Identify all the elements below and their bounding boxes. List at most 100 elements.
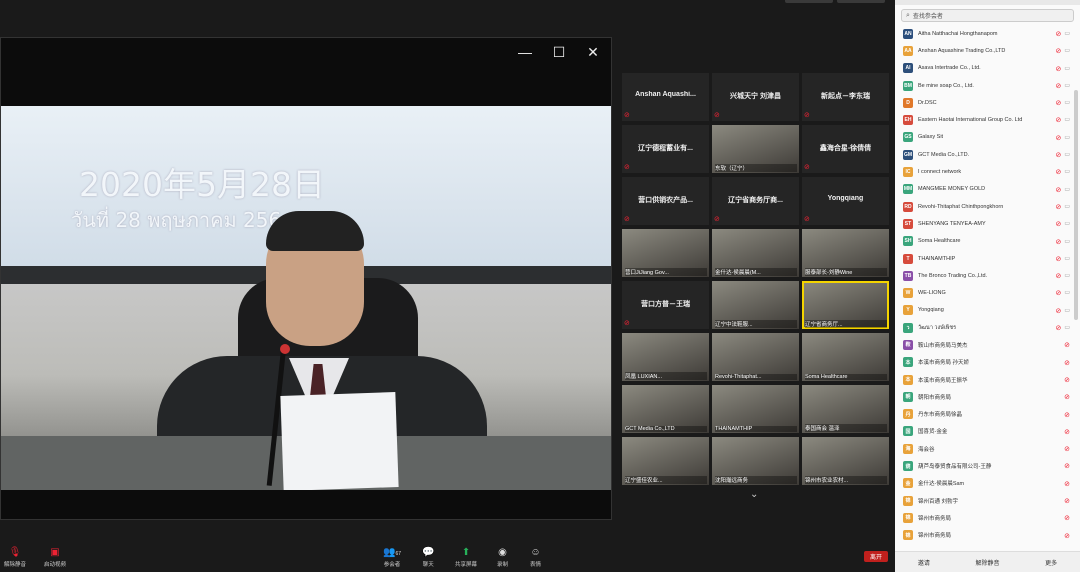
minimize-icon[interactable]: — (517, 44, 533, 61)
reactions-button[interactable]: ☺ 表情 (530, 547, 541, 568)
participant-status-icons: ⊘ ▭ (1055, 134, 1070, 142)
close-icon[interactable]: ✕ (585, 44, 601, 61)
video-tile[interactable]: 辽宁盛佳农业... (622, 437, 709, 485)
share-screen-button[interactable]: ⬆ 共享屏幕 (455, 547, 477, 568)
participant-row[interactable]: ST SHENYANG TENYEA-AMY ⊘ ▭ (895, 215, 1080, 232)
video-tile[interactable]: Revohi-Thitaphat... (712, 333, 799, 381)
participant-row[interactable]: T THAINAMTHIP ⊘ ▭ (895, 250, 1080, 267)
video-tile[interactable]: 营口方普－王瑞 ⊘ (622, 281, 709, 329)
participant-row[interactable]: RD Revohi-Thitaphat Chinthpongkhorn ⊘ ▭ (895, 198, 1080, 215)
participant-row[interactable]: Y Yongqiang ⊘ ▭ (895, 302, 1080, 319)
chevron-down-icon[interactable]: ⌄ (750, 489, 758, 500)
video-tile[interactable]: 营口供销农产品... ⊘ (622, 177, 709, 225)
record-button[interactable]: ◉ 录制 (497, 547, 508, 568)
video-tile[interactable]: Yongqiang ⊘ (802, 177, 889, 225)
video-tile[interactable]: Anshan Aquashi... ⊘ (622, 73, 709, 121)
video-tile[interactable]: 金什达-侯晨晨(M... (712, 229, 799, 277)
unmute-button[interactable]: 🎙 解除静音 (4, 547, 26, 568)
participant-row[interactable]: 葫葫芦岛泰贸食品有限公司-王静 ⊘ (895, 457, 1080, 474)
share-screen-icon: ⬆ (461, 547, 471, 558)
participant-status-icons: ⊘ (1064, 497, 1070, 505)
video-tile[interactable]: 辽宁省商务厅... (802, 281, 889, 329)
video-tile[interactable]: 辽宁中法鞋服... (712, 281, 799, 329)
participant-row[interactable]: D Dr.DSC ⊘ ▭ (895, 94, 1080, 111)
top-button-1[interactable] (785, 0, 833, 3)
participant-row[interactable]: 本本溪市商务局 孙天娇 ⊘ (895, 354, 1080, 371)
avatar: T (903, 253, 913, 264)
video-tile[interactable]: 辽宁德程蓄业有... ⊘ (622, 125, 709, 173)
participant-row[interactable]: AI Asava Intertrade Co., Ltd. ⊘ ▭ (895, 60, 1080, 77)
video-tile[interactable]: 东软（辽宁） (712, 125, 799, 173)
video-tile[interactable]: 凤凰 LUXIAN... (622, 333, 709, 381)
leave-button[interactable]: 离开 (864, 551, 888, 562)
invite-button[interactable]: 邀请 (918, 558, 930, 567)
participant-row[interactable]: GM GCT Media Co.,LTD. ⊘ ▭ (895, 146, 1080, 163)
panel-footer: 邀请 解除静音 更多 (895, 551, 1080, 572)
participant-row[interactable]: W WE-LIONG ⊘ ▭ (895, 284, 1080, 301)
top-button-2[interactable] (837, 0, 885, 3)
more-button[interactable]: 更多 (1045, 558, 1057, 567)
video-tile[interactable]: THAINAMTHIP (712, 385, 799, 433)
participant-row[interactable]: 锦锦州百通 刘勃宇 ⊘ (895, 492, 1080, 509)
participant-name: 国喜货-金金 (918, 429, 948, 436)
participant-row[interactable]: AN Aitha Natthachai Hongthanapom ⊘ ▭ (895, 25, 1080, 42)
participant-row[interactable]: TB The Bronco Trading Co.,Ltd. ⊘ ▭ (895, 267, 1080, 284)
participant-row[interactable]: SH Soma Healthcare ⊘ ▭ (895, 233, 1080, 250)
video-tile[interactable]: 锦州市农业农村... (802, 437, 889, 485)
search-participants-input[interactable]: ⌕ 查找参会者 (901, 9, 1074, 22)
video-tile-caption: Revohi-Thitaphat... (715, 374, 797, 380)
participant-row[interactable]: 国国喜货-金金 ⊘ (895, 423, 1080, 440)
participant-row[interactable]: 鞍鞍山市商务局马美杰 ⊘ (895, 336, 1080, 353)
start-video-button[interactable]: ▣ 启动视频 (44, 547, 66, 568)
participant-row[interactable]: 锦锦州市商务局 ⊘ (895, 527, 1080, 544)
mic-muted-icon: ⊘ (1055, 48, 1062, 56)
avatar: 锦 (903, 512, 913, 523)
participant-row[interactable]: IC I connect network ⊘ ▭ (895, 163, 1080, 180)
video-tile[interactable]: 鑫海合星-徐倩倩 ⊘ (802, 125, 889, 173)
mic-muted-icon: ⊘ (1064, 359, 1070, 367)
video-tile[interactable]: 辽宁省商务厅商... ⊘ (712, 177, 799, 225)
participant-row[interactable]: ว วัฒนา วงษ์เพ็ชร ⊘ ▭ (895, 319, 1080, 336)
avatar: 本 (903, 374, 913, 385)
avatar: 丹 (903, 409, 913, 420)
participant-status-icons: ⊘ ▭ (1055, 255, 1070, 263)
video-tile-caption: 金什达-侯晨晨(M... (715, 268, 797, 276)
participant-row[interactable]: BM Be mine soap Co., Ltd. ⊘ ▭ (895, 77, 1080, 94)
video-tile[interactable]: 沈阳瀚远商务 (712, 437, 799, 485)
avatar: ว (903, 322, 913, 333)
avatar: 锦 (903, 530, 913, 541)
mic-muted-icon: ⊘ (624, 164, 630, 171)
participant-row[interactable]: AA Anshan Aquashine Trading Co.,LTD ⊘ ▭ (895, 42, 1080, 59)
video-tile[interactable]: 兴城天宁 刘津昌 ⊘ (712, 73, 799, 121)
camera-icon: ▭ (1064, 238, 1070, 245)
participant-row[interactable]: 海海会谷 ⊘ (895, 440, 1080, 457)
participant-row[interactable]: MM MANGMEE MONEY GOLD ⊘ ▭ (895, 181, 1080, 198)
participant-name: GCT Media Co.,LTD. (918, 151, 970, 158)
participant-name: 金什达-侯晨晨Sam (918, 481, 965, 488)
participant-name: 锦州百通 刘勃宇 (918, 498, 959, 505)
video-tile[interactable]: GCT Media Co.,LTD (622, 385, 709, 433)
avatar: 朝 (903, 391, 913, 402)
participant-name: Soma Healthcare (918, 238, 961, 245)
maximize-icon[interactable]: ☐ (551, 44, 567, 61)
participant-row[interactable]: 本本溪市商务局王振华 ⊘ (895, 371, 1080, 388)
participant-row[interactable]: EH Eastern Haotai International Group Co.… (895, 111, 1080, 128)
participant-row[interactable]: 金金什达-侯晨晨Sam ⊘ (895, 475, 1080, 492)
video-tile-caption: 辽宁盛佳农业... (625, 476, 707, 484)
video-tile-caption: THAINAMTHIP (715, 426, 797, 432)
participant-row[interactable]: 锦锦州市商务局 ⊘ (895, 509, 1080, 526)
video-tile[interactable]: 营口JiJiang Gov... (622, 229, 709, 277)
participant-row[interactable]: 朝朝阳市商务局 ⊘ (895, 388, 1080, 405)
top-buttons (785, 0, 885, 3)
unmute-all-button[interactable]: 解除静音 (975, 558, 999, 567)
participants-button[interactable]: 👥67 参会者 (383, 547, 401, 568)
participant-list-scrollbar[interactable] (1074, 90, 1078, 320)
participant-row[interactable]: 丹丹东市商务局徐晶 ⊘ (895, 406, 1080, 423)
chat-button[interactable]: 💬 聊天 (422, 547, 434, 568)
mic-muted-icon: ⊘ (1055, 273, 1062, 281)
participant-row[interactable]: GS Galaxy Sit ⊘ ▭ (895, 129, 1080, 146)
video-tile[interactable]: 新起点－李东瑞 ⊘ (802, 73, 889, 121)
video-tile[interactable]: 服泰部长-刘静Wine (802, 229, 889, 277)
video-tile[interactable]: Soma Healthcare (802, 333, 889, 381)
video-tile[interactable]: 泰国商会 温泽 (802, 385, 889, 433)
